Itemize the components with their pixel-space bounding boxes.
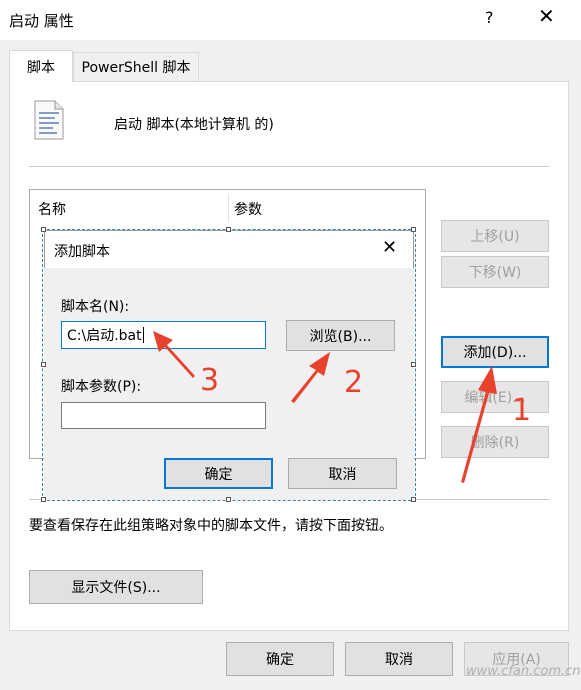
help-button[interactable]: ? (485, 8, 494, 27)
edit-button[interactable]: 编辑(E)... (441, 381, 549, 413)
divider (29, 166, 549, 167)
add-button[interactable]: 添加(D)... (441, 336, 549, 368)
script-name-value: C:\启动.bat (67, 328, 142, 344)
resize-handle[interactable] (226, 227, 231, 232)
show-files-button[interactable]: 显示文件(S)... (29, 570, 203, 604)
script-file-icon (34, 100, 64, 140)
resize-handle[interactable] (41, 497, 46, 502)
ok-button[interactable]: 确定 (226, 642, 334, 676)
resize-handle[interactable] (41, 362, 46, 367)
close-button[interactable]: ✕ (538, 6, 555, 26)
window-title: 启动 属性 (9, 12, 74, 30)
dialog-ok-button[interactable]: 确定 (164, 458, 273, 489)
resize-handle[interactable] (411, 497, 416, 502)
script-name-input[interactable]: C:\启动.bat (61, 321, 266, 349)
browse-button[interactable]: 浏览(B)... (286, 320, 395, 351)
annotation-step-3: 3 (200, 363, 220, 398)
script-params-label: 脚本参数(P): (61, 379, 142, 395)
column-header-parameters[interactable]: 参数 (234, 199, 262, 219)
dialog-title: 添加脚本 (54, 244, 110, 260)
remove-button[interactable]: 删除(R) (441, 426, 549, 458)
move-up-button[interactable]: 上移(U) (441, 220, 549, 252)
resize-handle[interactable] (41, 227, 46, 232)
resize-handle[interactable] (226, 497, 231, 502)
column-separator (228, 194, 229, 222)
tab-scripts[interactable]: 脚本 (9, 50, 73, 82)
tab-powershell[interactable]: PowerShell 脚本 (73, 52, 199, 81)
annotation-step-1: 1 (512, 393, 532, 428)
dialog-close-button[interactable]: ✕ (382, 238, 397, 258)
cancel-button[interactable]: 取消 (345, 642, 453, 676)
scripts-heading: 启动 脚本(本地计算机 的) (114, 117, 274, 133)
text-caret (142, 327, 144, 343)
script-params-input[interactable] (61, 402, 266, 429)
resize-handle[interactable] (411, 362, 416, 367)
column-header-name[interactable]: 名称 (38, 199, 66, 219)
dialog-cancel-button[interactable]: 取消 (288, 458, 397, 489)
title-bar: 启动 属性 ? ✕ (0, 0, 581, 40)
move-down-button[interactable]: 下移(W) (441, 256, 549, 288)
script-name-label: 脚本名(N): (61, 299, 130, 315)
watermark: www.cfan.com.cn (466, 664, 581, 679)
resize-handle[interactable] (411, 227, 416, 232)
annotation-step-2: 2 (344, 365, 364, 400)
show-files-note: 要查看保存在此组策略对象中的脚本文件，请按下面按钮。 (29, 518, 393, 534)
